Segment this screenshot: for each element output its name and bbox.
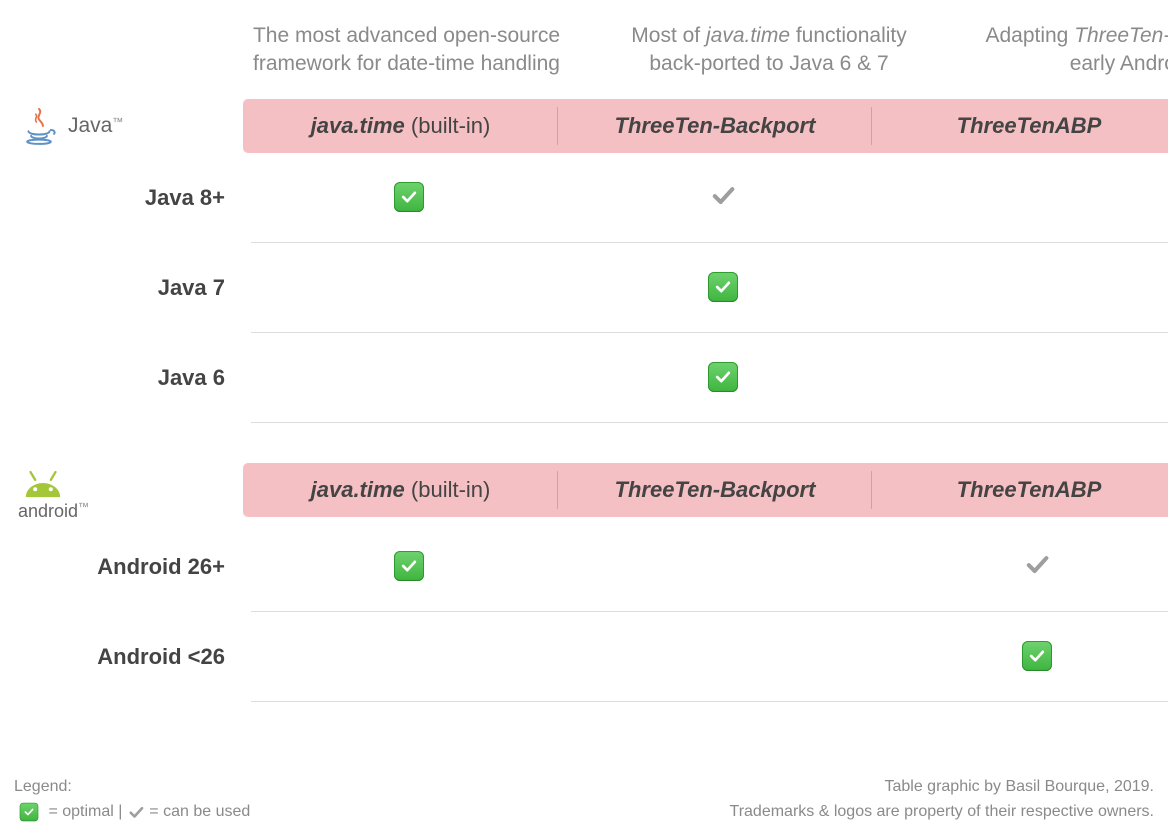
desc-javatime: The most advanced open-source framework … [225,16,588,99]
legend-canbeused: = can be used [145,803,250,820]
cell-java8-backport [566,153,880,243]
row-label: Java 6 [0,333,251,423]
row-label: Java 8+ [0,153,251,243]
row-label: Android 26+ [0,522,251,612]
android-column-headers: java.time (built-in) ThreeTen-Backport T… [243,463,1168,517]
java-platform-label: Java™ [68,114,123,138]
cell-a26-abp [880,522,1168,612]
legend: Legend: = optimal | = can be used [14,775,250,825]
legend-optimal: = optimal [44,803,114,820]
col1-suffix: (built-in) [405,477,491,502]
optimal-check-icon [394,182,424,212]
cell-alt26-javatime [251,612,566,702]
col-header-backport: ThreeTen-Backport [558,99,872,153]
java-header-row: Java™ java.time (built-in) ThreeTen-Back… [0,99,1168,153]
canbeused-check-icon [1023,550,1051,583]
android-platform-cell: android™ [0,463,243,522]
col1-italic: java.time [311,113,405,138]
java-logo-icon [18,105,60,147]
canbeused-check-icon [127,803,145,821]
col-header-javatime: java.time (built-in) [243,99,558,153]
desc-italic: java.time [706,24,790,47]
col-header-abp: ThreeTenABP [872,99,1168,153]
java-label-text: Java [68,114,112,137]
col1-suffix: (built-in) [405,113,491,138]
cell-alt26-backport [566,612,880,702]
cell-java8-abp [880,153,1168,243]
section-gap [0,423,1168,463]
desc-italic: ThreeTen-Backport [1074,24,1168,47]
optimal-check-icon [20,803,39,822]
row-label: Java 7 [0,243,251,333]
canbeused-check-icon [709,181,737,214]
row-android26: Android 26+ [0,522,1168,612]
desc-threeten-backport: Most of java.time functionality back-por… [588,16,950,99]
java-column-headers: java.time (built-in) ThreeTen-Backport T… [243,99,1168,153]
col-header-javatime: java.time (built-in) [243,463,558,517]
credits: Table graphic by Basil Bourque, 2019. Tr… [730,775,1154,825]
android-label-text: android [18,501,78,521]
cell-java7-abp [880,243,1168,333]
col1-italic: java.time [311,477,405,502]
android-logo-icon [18,463,68,503]
java-platform-cell: Java™ [0,99,243,153]
optimal-check-icon [708,362,738,392]
col-header-backport: ThreeTen-Backport [558,463,872,517]
cell-java7-javatime [251,243,566,333]
row-android-lt26: Android <26 [0,612,1168,702]
optimal-check-icon [708,272,738,302]
android-header-row: android™ java.time (built-in) ThreeTen-B… [0,463,1168,522]
desc-threetenabp: Adapting ThreeTen-Backport to early Andr… [950,16,1168,99]
cell-alt26-abp [880,612,1168,702]
android-rows: Android 26+ Android <26 [0,522,1168,702]
row-java6: Java 6 [0,333,1168,423]
row-java7: Java 7 [0,243,1168,333]
credits-line1: Table graphic by Basil Bourque, 2019. [730,775,1154,800]
credits-line2: Trademarks & logos are property of their… [730,800,1154,825]
optimal-check-icon [1022,641,1052,671]
legend-divider: | [114,803,127,820]
cell-java6-abp [880,333,1168,423]
comparison-table: The most advanced open-source framework … [0,0,1168,702]
column-descriptions-row: The most advanced open-source framework … [0,16,1168,99]
cell-java7-backport [566,243,880,333]
cell-java8-javatime [251,153,566,243]
row-java8: Java 8+ [0,153,1168,243]
cell-a26-backport [566,522,880,612]
legend-title: Legend: [14,775,250,800]
row-label: Android <26 [0,612,251,702]
cell-java6-javatime [251,333,566,423]
cell-a26-javatime [251,522,566,612]
optimal-check-icon [394,551,424,581]
cell-java6-backport [566,333,880,423]
legend-line: = optimal | = can be used [14,800,250,825]
android-platform-label: android™ [18,501,89,522]
java-tm: ™ [112,116,123,128]
footer: Legend: = optimal | = can be used Table … [14,775,1154,825]
spacer [0,16,225,99]
desc-prefix: Most of [631,24,706,47]
col-header-abp: ThreeTenABP [872,463,1168,517]
desc-prefix: Adapting [985,24,1074,47]
java-rows: Java 8+ Java 7 Java 6 [0,153,1168,423]
android-tm: ™ [78,501,89,513]
